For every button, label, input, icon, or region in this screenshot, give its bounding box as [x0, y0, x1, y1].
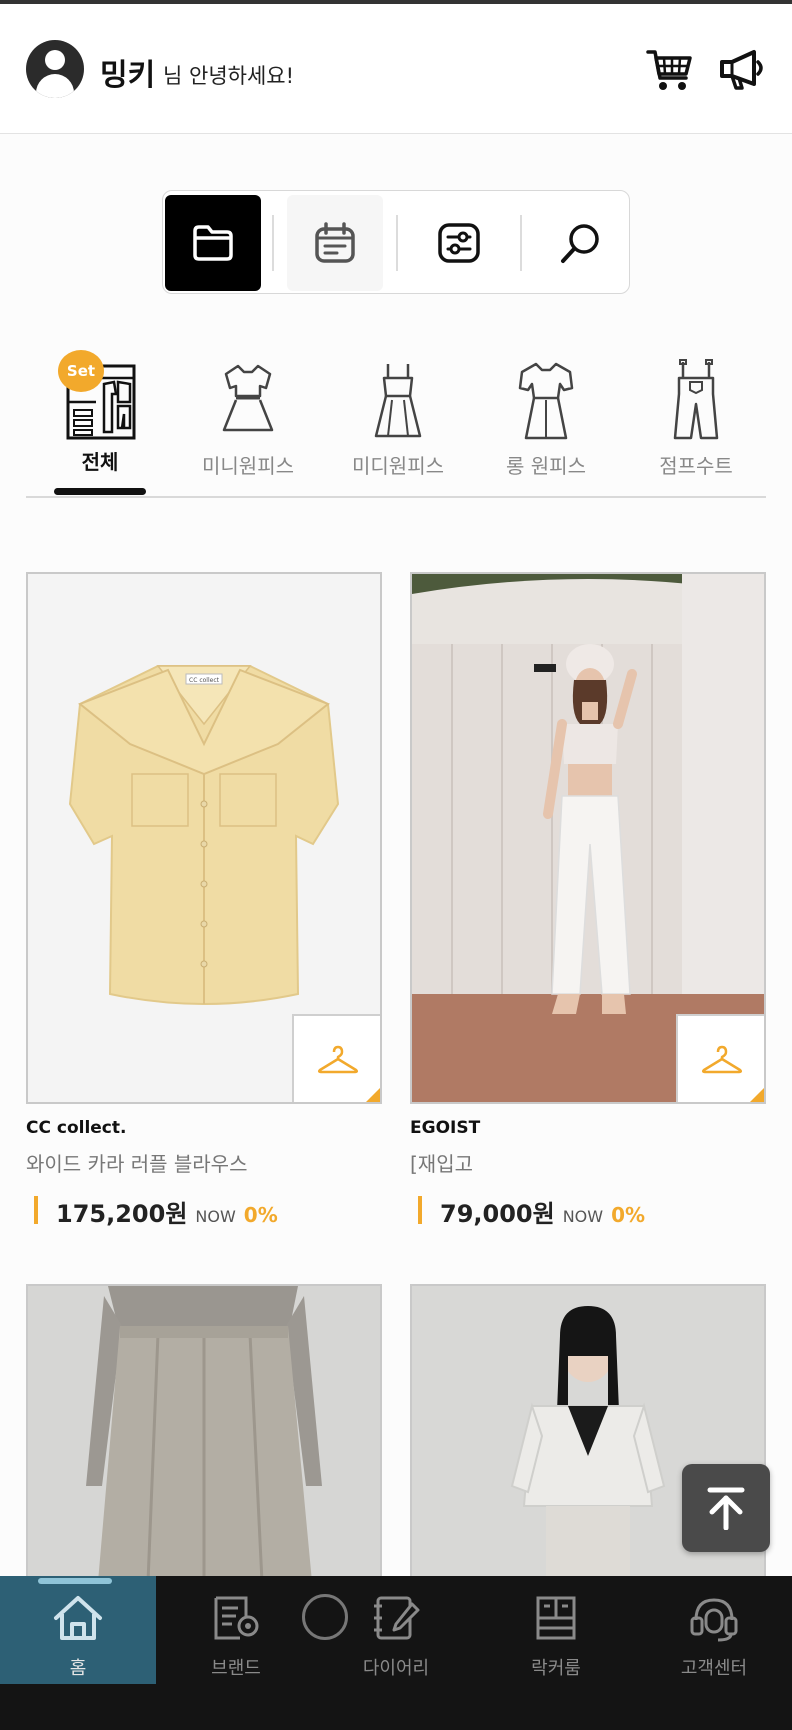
category-tab-midi-dress[interactable]: 미디원피스 [338, 350, 458, 480]
diary-icon [374, 1596, 420, 1640]
floating-circle-button[interactable] [302, 1594, 348, 1640]
greeting-text: 님 안녕하세요! [163, 64, 295, 88]
product-image[interactable] [410, 572, 766, 1104]
product-price: 175,200원 [56, 1200, 188, 1228]
filter-button[interactable] [411, 195, 507, 291]
product-brand: EGOIST [410, 1118, 481, 1138]
search-icon [561, 224, 599, 263]
nav-label: 고객센터 [680, 1658, 748, 1679]
category-label: 롱 원피스 [506, 454, 586, 478]
avatar[interactable] [26, 40, 84, 98]
category-label: 전체 [81, 450, 119, 474]
nav-label: 다이어리 [362, 1658, 430, 1679]
product-image[interactable]: CC collect [26, 572, 382, 1104]
jumpsuit-icon [673, 359, 719, 440]
folder-button[interactable] [165, 195, 261, 291]
add-to-closet-button[interactable] [676, 1014, 764, 1102]
add-to-closet-button[interactable] [292, 1014, 380, 1102]
category-label: 미디원피스 [352, 454, 444, 478]
category-label: 점프수트 [659, 454, 733, 478]
home-icon [54, 1596, 102, 1640]
product-image[interactable] [26, 1284, 382, 1584]
scroll-to-top-button[interactable] [682, 1464, 770, 1552]
nav-label: 브랜드 [211, 1658, 261, 1679]
mini-dress-icon [222, 364, 274, 432]
category-label: 미니원피스 [202, 454, 294, 478]
view-toolbar [162, 190, 630, 294]
tabs-divider [26, 496, 766, 498]
discount-rate: 0% [243, 1203, 278, 1227]
price-row: 175,200원 NOW 0% [34, 1194, 278, 1228]
category-tab-mini-dress[interactable]: 미니원피스 [188, 350, 308, 480]
set-badge: Set [58, 350, 104, 392]
hanger-icon [701, 1045, 743, 1074]
nav-brand[interactable]: 브랜드 [158, 1576, 314, 1684]
search-button[interactable] [533, 195, 629, 291]
nav-locker-room[interactable]: 락커룸 [478, 1576, 634, 1684]
product-price: 79,000원 [440, 1200, 555, 1228]
category-tab-jumpsuit[interactable]: 점프수트 [636, 350, 756, 480]
megaphone-icon[interactable] [718, 48, 766, 92]
midi-dress-icon [374, 364, 422, 438]
nav-home[interactable]: 홈 [0, 1576, 156, 1684]
discount-rate: 0% [611, 1203, 646, 1227]
now-label: NOW [195, 1207, 236, 1226]
filter-settings-icon [438, 223, 480, 263]
product-brand: CC collect. [26, 1118, 127, 1138]
nav-customer-center[interactable]: 고객센터 [636, 1576, 792, 1684]
long-dress-icon [518, 362, 574, 440]
active-tab-indicator [54, 488, 146, 495]
product-name[interactable]: 와이드 카라 러플 블라우스 [26, 1148, 247, 1177]
folder-icon [193, 225, 233, 261]
svg-text:CC collect: CC collect [189, 677, 220, 684]
locker-icon [536, 1596, 576, 1640]
cart-icon[interactable] [646, 48, 692, 92]
skirt-photo [86, 1286, 322, 1582]
calendar-icon [315, 222, 355, 263]
arrow-up-icon [707, 1487, 745, 1530]
bottom-navigation: 홈 브랜드 다이어리 락커룸 고객센터 [0, 1576, 792, 1730]
nav-label: 홈 [69, 1658, 87, 1679]
brand-book-icon [214, 1596, 259, 1640]
category-tab-long-dress[interactable]: 롱 원피스 [486, 350, 606, 480]
calendar-button[interactable] [287, 195, 383, 291]
product-name[interactable]: [재입고 [410, 1148, 473, 1177]
user-name: 밍키 [100, 58, 156, 93]
headset-icon [690, 1598, 738, 1642]
nav-active-indicator [38, 1578, 112, 1584]
hanger-icon [317, 1045, 359, 1074]
nav-label: 락커룸 [531, 1658, 581, 1679]
price-row: 79,000원 NOW 0% [418, 1194, 646, 1228]
app-header: 밍키 님 안녕하세요! [0, 4, 792, 134]
now-label: NOW [562, 1207, 604, 1226]
